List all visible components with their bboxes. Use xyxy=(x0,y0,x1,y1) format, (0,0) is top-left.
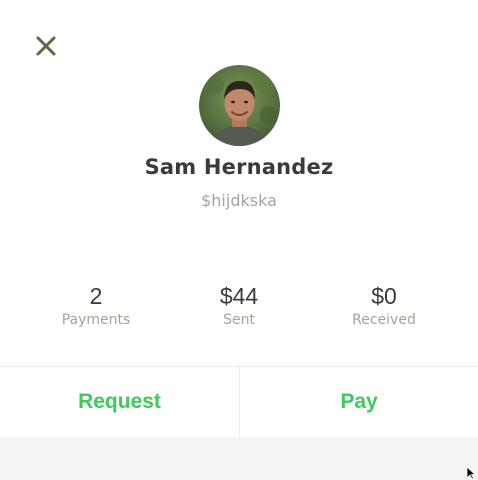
stat-value: $44 xyxy=(219,283,259,309)
profile-name: Sam Hernandez xyxy=(144,155,334,179)
stat-payments: 2 Payments xyxy=(16,282,176,328)
profile-handle: $hijdkska xyxy=(201,191,277,210)
footer-area xyxy=(0,437,478,480)
mouse-cursor-icon xyxy=(466,466,476,480)
stat-value: $0 xyxy=(371,283,397,309)
close-icon xyxy=(36,36,56,56)
stat-label: Received xyxy=(352,312,416,328)
request-button[interactable]: Request xyxy=(0,367,240,437)
stat-label: Sent xyxy=(223,312,255,328)
stat-label: Payments xyxy=(61,312,131,328)
stat-value: 2 xyxy=(89,283,103,309)
stat-sent: $44 Sent xyxy=(159,282,319,328)
avatar xyxy=(199,65,280,146)
avatar-photo-icon xyxy=(199,65,280,146)
pay-button[interactable]: Pay xyxy=(240,367,478,437)
stat-received: $0 Received xyxy=(304,282,464,328)
close-button[interactable] xyxy=(30,30,62,62)
action-bar: Request Pay xyxy=(0,366,478,437)
stats-row: 2 Payments $44 Sent $0 Received xyxy=(0,282,478,334)
